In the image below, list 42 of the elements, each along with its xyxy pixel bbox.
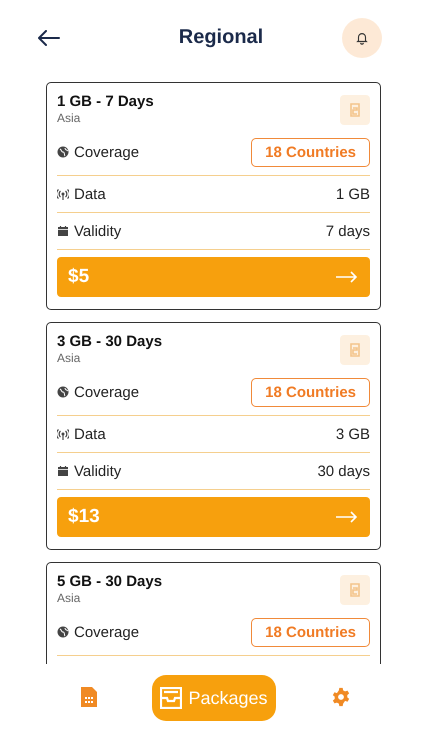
validity-value: 30 days bbox=[317, 462, 370, 480]
packages-tab[interactable]: Packages bbox=[152, 675, 276, 721]
countries-button[interactable]: 18 Countries bbox=[251, 618, 370, 646]
plan-region: Asia bbox=[57, 591, 82, 605]
sim-card-icon bbox=[80, 687, 97, 707]
buy-button[interactable]: $13 bbox=[57, 497, 370, 537]
validity-value: 7 days bbox=[326, 222, 370, 240]
globe-icon bbox=[57, 386, 69, 398]
countries-button[interactable]: 18 Countries bbox=[251, 378, 370, 406]
globe-icon bbox=[57, 626, 69, 638]
validity-label: Validity bbox=[74, 462, 122, 480]
calendar-icon bbox=[57, 465, 69, 477]
plan-region: Asia bbox=[57, 111, 82, 125]
arrow-icon bbox=[336, 271, 358, 283]
signal-icon bbox=[57, 428, 69, 440]
notification-button[interactable] bbox=[342, 18, 382, 58]
validity-label: Validity bbox=[74, 222, 122, 240]
buy-button[interactable]: $5 bbox=[57, 257, 370, 297]
calendar-icon bbox=[57, 225, 69, 237]
data-label: Data bbox=[74, 426, 106, 442]
globe-icon bbox=[57, 146, 69, 158]
signal-icon bbox=[57, 188, 69, 200]
coverage-label: Coverage bbox=[74, 144, 140, 160]
data-value: 3 GB bbox=[336, 426, 370, 442]
back-icon[interactable] bbox=[38, 30, 60, 46]
inbox-tray-icon bbox=[160, 687, 182, 709]
page-title: Regional bbox=[178, 26, 264, 49]
plan-region: Asia bbox=[57, 351, 82, 365]
data-label: Data bbox=[74, 186, 106, 202]
arrow-icon bbox=[336, 511, 358, 523]
plan-name: 3 GB - 30 Days bbox=[57, 333, 162, 350]
plan-name: 1 GB - 7 Days bbox=[57, 93, 154, 110]
countries-button[interactable]: 18 Countries bbox=[251, 138, 370, 166]
coverage-label: Coverage bbox=[74, 624, 140, 640]
data-value: 1 GB bbox=[336, 186, 370, 202]
settings-icon bbox=[331, 687, 352, 707]
bell-icon bbox=[354, 30, 369, 44]
plan-name: 5 GB - 30 Days bbox=[57, 573, 162, 590]
esim-icon bbox=[340, 575, 370, 605]
esim-icon bbox=[340, 95, 370, 125]
esim-icon bbox=[340, 335, 370, 365]
coverage-label: Coverage bbox=[74, 384, 140, 400]
